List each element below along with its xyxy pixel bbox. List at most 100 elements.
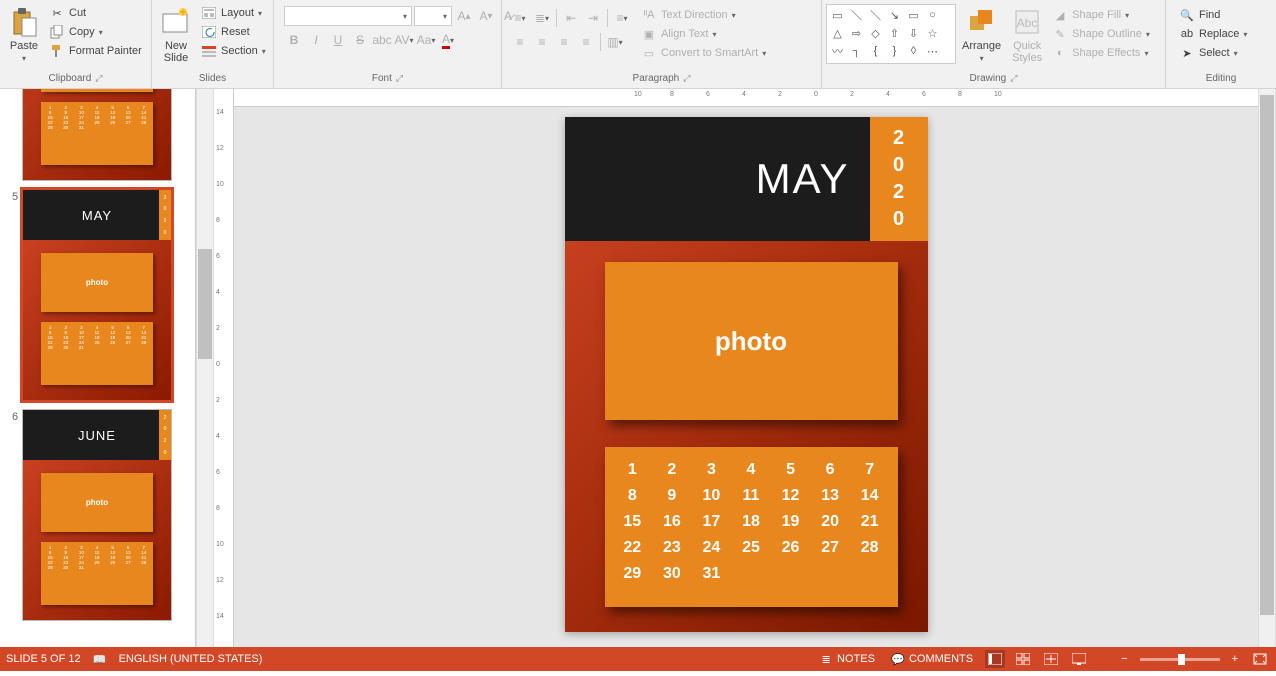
normal-view-button[interactable] <box>985 650 1005 668</box>
font-color-button[interactable]: A▾ <box>438 30 458 50</box>
spellcheck-icon[interactable]: 📖 <box>93 652 107 666</box>
group-label-clipboard: Clipboard <box>48 73 91 84</box>
inc-indent-button[interactable]: ⇥ <box>583 8 603 28</box>
scissors-icon: ✂ <box>49 5 65 21</box>
cursor-icon: ➤ <box>1179 45 1195 61</box>
chevron-down-icon: ▾ <box>443 12 447 21</box>
dec-indent-button[interactable]: ⇤ <box>561 8 581 28</box>
columns-button[interactable]: ▥▾ <box>605 32 625 52</box>
line-spacing-button[interactable]: ≡▾ <box>612 8 632 28</box>
shape-connector-icon[interactable]: ┐ <box>848 43 865 59</box>
font-size-select[interactable]: ▾ <box>414 6 452 26</box>
align-text-button[interactable]: ▣Align Text▾ <box>638 25 769 43</box>
slide-scrollbar[interactable] <box>1258 89 1276 647</box>
slide-canvas[interactable]: MAY 2020 photo 1234567891011121314151617… <box>565 117 928 632</box>
justify-button[interactable]: ≡ <box>576 32 596 52</box>
reset-button[interactable]: Reset <box>198 23 269 41</box>
shape-brace2-icon[interactable]: } <box>886 43 903 59</box>
shapes-gallery[interactable]: ▭ ＼ ＼ ↘ ▭ ○ △ ⇨ ◇ ⇧ ⇩ ☆ 〰 ┐ { } ◊ ⋯ <box>826 4 956 64</box>
notes-icon: ≣ <box>819 652 833 666</box>
comment-icon: 💬 <box>891 652 905 666</box>
align-right-button[interactable]: ≡ <box>554 32 574 52</box>
italic-button[interactable]: I <box>306 30 326 50</box>
shape-line-icon[interactable]: ＼ <box>848 7 865 23</box>
shape-curve-icon[interactable]: 〰 <box>829 43 846 59</box>
format-painter-button[interactable]: Format Painter <box>46 42 145 60</box>
photo-placeholder[interactable]: photo <box>605 262 898 420</box>
font-family-select[interactable]: ▾ <box>284 6 412 26</box>
shape-fill-button[interactable]: ◢Shape Fill▾ <box>1049 6 1153 24</box>
language-indicator[interactable]: ENGLISH (UNITED STATES) <box>119 653 263 665</box>
slideshow-view-button[interactable] <box>1069 650 1089 668</box>
select-button[interactable]: ➤Select▾ <box>1176 44 1250 62</box>
char-spacing-button[interactable]: AV▾ <box>394 30 414 50</box>
convert-smartart-button[interactable]: ▭Convert to SmartArt▾ <box>638 44 769 62</box>
thumbnail-panel[interactable]: 2020photo1234567891011121314151617181920… <box>0 89 196 647</box>
grow-font-button[interactable]: A▴ <box>454 6 474 26</box>
shape-rect-icon[interactable]: ▭ <box>905 7 922 23</box>
zoom-out-button[interactable]: − <box>1117 653 1131 665</box>
align-center-button[interactable]: ≡ <box>532 32 552 52</box>
scrollbar-thumb[interactable] <box>198 249 212 359</box>
dialog-launcher-icon[interactable]: ⤢ <box>683 73 690 84</box>
arrange-button[interactable]: Arrange▾ <box>958 4 1005 65</box>
layout-icon <box>201 5 217 21</box>
paste-button[interactable]: Paste ▾ <box>4 4 44 65</box>
shape-more-icon[interactable]: ⋯ <box>924 43 941 59</box>
thumbnail-slide[interactable]: MAY2020photo1234567891011121314151617181… <box>22 189 172 401</box>
numbering-button[interactable]: ≣▾ <box>532 8 552 28</box>
shape-textbox-icon[interactable]: ▭ <box>829 7 846 23</box>
shape-arrowu-icon[interactable]: ⇧ <box>886 25 903 41</box>
new-slide-button[interactable]: New Slide <box>156 4 196 66</box>
comments-button[interactable]: 💬COMMENTS <box>887 652 977 666</box>
copy-button[interactable]: Copy▾ <box>46 23 145 41</box>
underline-button[interactable]: U <box>328 30 348 50</box>
thumb-scrollbar[interactable] <box>196 89 214 647</box>
section-button[interactable]: Section▾ <box>198 42 269 60</box>
shape-tri-icon[interactable]: △ <box>829 25 846 41</box>
chevron-down-icon: ▾ <box>403 12 407 21</box>
replace-button[interactable]: abReplace▾ <box>1176 25 1250 43</box>
effects-icon: ◐ <box>1052 45 1068 61</box>
layout-button[interactable]: Layout▾ <box>198 4 269 22</box>
dialog-launcher-icon[interactable]: ⤢ <box>95 73 102 84</box>
quick-styles-icon: Abc <box>1011 6 1043 38</box>
strikethrough-button[interactable]: S <box>350 30 370 50</box>
shape-line2-icon[interactable]: ＼ <box>867 7 884 23</box>
scrollbar-thumb[interactable] <box>1260 95 1274 615</box>
thumbnail-slide[interactable]: JUNE2020photo123456789101112131415161718… <box>22 409 172 621</box>
thumbnail-slide[interactable]: 2020photo1234567891011121314151617181920… <box>22 89 172 181</box>
sorter-view-button[interactable] <box>1013 650 1033 668</box>
notes-button[interactable]: ≣NOTES <box>815 652 879 666</box>
group-clipboard: Paste ▾ ✂Cut Copy▾ Format Painter Clipbo… <box>0 0 152 88</box>
dialog-launcher-icon[interactable]: ⤢ <box>1010 73 1017 84</box>
bullets-button[interactable]: ≡▾ <box>510 8 530 28</box>
bold-button[interactable]: B <box>284 30 304 50</box>
shadow-button[interactable]: abc <box>372 30 392 50</box>
change-case-button[interactable]: Aa▾ <box>416 30 436 50</box>
shrink-font-button[interactable]: A▾ <box>476 6 496 26</box>
zoom-handle[interactable] <box>1178 654 1185 665</box>
quick-styles-button[interactable]: Abc Quick Styles <box>1007 4 1047 66</box>
shape-brace-icon[interactable]: { <box>867 43 884 59</box>
reading-view-button[interactable] <box>1041 650 1061 668</box>
group-editing: 🔍Find abReplace▾ ➤Select▾ Editing <box>1166 0 1276 88</box>
shape-oval-icon[interactable]: ○ <box>924 7 941 23</box>
dialog-launcher-icon[interactable]: ⤢ <box>396 73 403 84</box>
zoom-slider[interactable] <box>1140 658 1220 661</box>
fit-to-window-button[interactable] <box>1250 650 1270 668</box>
text-direction-button[interactable]: ᴵᴵAText Direction▾ <box>638 6 769 24</box>
shape-outline-button[interactable]: ✎Shape Outline▾ <box>1049 25 1153 43</box>
shape-callout-icon[interactable]: ◊ <box>905 43 922 59</box>
find-button[interactable]: 🔍Find <box>1176 6 1250 24</box>
shape-arrow-icon[interactable]: ↘ <box>886 7 903 23</box>
align-left-button[interactable]: ≡ <box>510 32 530 52</box>
shape-star-icon[interactable]: ☆ <box>924 25 941 41</box>
chevron-down-icon: ▾ <box>22 54 26 63</box>
shape-arrowd-icon[interactable]: ⇩ <box>905 25 922 41</box>
shape-effects-button[interactable]: ◐Shape Effects▾ <box>1049 44 1153 62</box>
cut-button[interactable]: ✂Cut <box>46 4 145 22</box>
shape-diamond-icon[interactable]: ◇ <box>867 25 884 41</box>
zoom-in-button[interactable]: + <box>1228 653 1242 665</box>
shape-arrowr-icon[interactable]: ⇨ <box>848 25 865 41</box>
